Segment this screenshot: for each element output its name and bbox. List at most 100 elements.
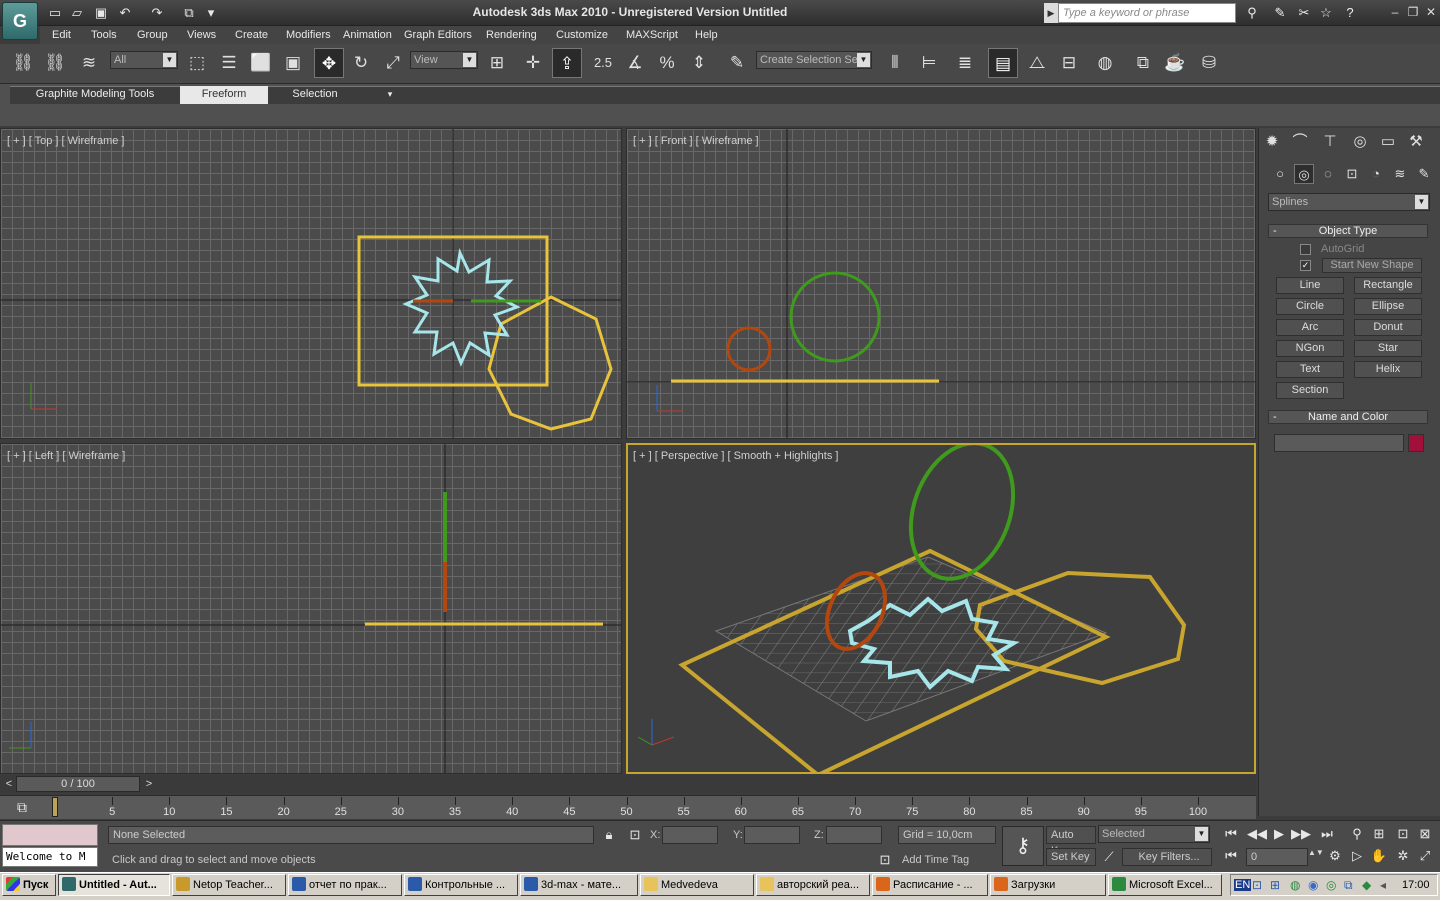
taskbar-task-button[interactable]: Untitled - Aut... xyxy=(58,874,170,896)
tray-volume-icon[interactable]: ◂ xyxy=(1380,878,1386,892)
z-coordinate-input[interactable] xyxy=(826,826,882,844)
time-tag-icon[interactable]: ⊡ xyxy=(874,850,896,870)
geometry-category-icon[interactable]: ○ xyxy=(1270,164,1290,184)
taskbar-task-button[interactable]: 3d-max - мате... xyxy=(520,874,638,896)
taskbar-task-button[interactable]: Загрузки xyxy=(990,874,1106,896)
autogrid-checkbox[interactable] xyxy=(1300,244,1311,255)
window-crossing-icon[interactable]: ▣ xyxy=(278,48,308,78)
curve-editor-icon[interactable]: ⧍ xyxy=(1022,48,1052,78)
spinner-snap-icon[interactable]: ⇕ xyxy=(684,48,714,78)
search-expand-icon[interactable]: ▶ xyxy=(1044,3,1058,23)
select-by-name-icon[interactable]: ☰ xyxy=(214,48,244,78)
play-icon[interactable]: ▶ xyxy=(1268,824,1290,844)
pivot-center-icon[interactable]: ⊞ xyxy=(482,48,512,78)
project-folder-icon[interactable]: ⧉ xyxy=(180,4,198,22)
taskbar-task-button[interactable]: Microsoft Excel... xyxy=(1108,874,1222,896)
keyword-search-input[interactable]: Type a keyword or phrase xyxy=(1058,3,1236,23)
viewport-label-front[interactable]: [ + ] [ Front ] [ Wireframe ] xyxy=(633,135,759,147)
frame-spinner-icon[interactable]: ▲▼ xyxy=(1308,848,1324,866)
tab-freeform[interactable]: Freeform xyxy=(180,86,268,104)
help-icon[interactable]: ? xyxy=(1340,3,1360,23)
taskbar-task-button[interactable]: Netop Teacher... xyxy=(172,874,286,896)
key-mode-toggle-icon[interactable]: ⏮ xyxy=(1220,846,1242,866)
start-new-shape-checkbox[interactable]: ✓ xyxy=(1300,260,1311,271)
rendered-frame-window-icon[interactable]: ☕ xyxy=(1160,48,1190,78)
unlink-selection-icon[interactable]: ⛓ xyxy=(40,48,70,78)
menu-animation[interactable]: Animation xyxy=(343,26,392,44)
viewport-left[interactable]: [ + ] [ Left ] [ Wireframe ] xyxy=(0,443,622,774)
add-time-tag-button[interactable]: Add Time Tag xyxy=(902,854,969,866)
previous-frame-icon[interactable]: ◀◀ xyxy=(1246,824,1268,844)
y-coordinate-input[interactable] xyxy=(744,826,800,844)
star-button[interactable]: Star xyxy=(1354,340,1422,357)
lights-category-icon[interactable]: ◌ xyxy=(1318,164,1338,184)
space-warps-category-icon[interactable]: ≋ xyxy=(1390,164,1410,184)
time-configuration-icon[interactable]: ⚙ xyxy=(1324,846,1346,866)
select-and-link-icon[interactable]: ⛓ xyxy=(8,48,38,78)
zoom-extents-icon[interactable]: ⊡ xyxy=(1392,824,1414,844)
keyboard-shortcut-override-icon[interactable]: ⇪ xyxy=(552,48,582,78)
selection-filter-dropdown[interactable]: All ▼ xyxy=(110,51,178,69)
edit-named-selection-icon[interactable]: ✎ xyxy=(722,48,752,78)
menu-tools[interactable]: Tools xyxy=(91,26,117,44)
rectangle-button[interactable]: Rectangle xyxy=(1354,277,1422,294)
subscription-key-icon[interactable]: ✎ xyxy=(1270,3,1290,23)
ngon-button[interactable]: NGon xyxy=(1276,340,1344,357)
start-button[interactable]: Пуск xyxy=(2,874,56,896)
display-tab-icon[interactable]: ▭ xyxy=(1376,130,1400,154)
current-frame-input[interactable]: 0 xyxy=(1246,848,1308,866)
cameras-category-icon[interactable]: ⊡ xyxy=(1342,164,1362,184)
quick-render-icon[interactable]: ⛁ xyxy=(1194,48,1224,78)
viewport-label-top[interactable]: [ + ] [ Top ] [ Wireframe ] xyxy=(7,135,124,147)
text-button[interactable]: Text xyxy=(1276,361,1344,378)
tray-display-icon[interactable]: ⧉ xyxy=(1344,878,1353,893)
maximize-viewport-icon[interactable]: ⤢ xyxy=(1414,846,1436,866)
viewport-label-perspective[interactable]: [ + ] [ Perspective ] [ Smooth + Highlig… xyxy=(633,450,838,462)
maxscript-mini-listener-pink[interactable] xyxy=(2,824,98,846)
set-key-icon[interactable]: ⚷ xyxy=(1002,826,1044,866)
menu-help[interactable]: Help xyxy=(695,26,718,44)
orbit-icon[interactable]: ✲ xyxy=(1392,846,1414,866)
systems-category-icon[interactable]: ✎ xyxy=(1414,164,1434,184)
select-manipulate-icon[interactable]: ✛ xyxy=(518,48,548,78)
auto-key-button[interactable]: Auto Key xyxy=(1046,826,1096,857)
ellipse-button[interactable]: Ellipse xyxy=(1354,298,1422,315)
motion-tab-icon[interactable]: ◎ xyxy=(1348,130,1372,154)
close-window-icon[interactable]: ✕ xyxy=(1424,5,1438,19)
modify-tab-icon[interactable]: ⌒ xyxy=(1288,130,1312,154)
object-type-rollout[interactable]: - Object Type xyxy=(1268,224,1428,238)
key-mode-dropdown[interactable]: Selected ▼ xyxy=(1098,825,1210,843)
create-tab-icon[interactable]: ✹ xyxy=(1260,130,1284,154)
bind-to-space-warp-icon[interactable]: ≋ xyxy=(74,48,104,78)
field-of-view-icon[interactable]: ▷ xyxy=(1346,846,1368,866)
align-icon[interactable]: ⊨ xyxy=(914,48,944,78)
menu-views[interactable]: Views xyxy=(187,26,216,44)
menu-edit[interactable]: Edit xyxy=(52,26,71,44)
taskbar-task-button[interactable]: Medvedeva xyxy=(640,874,754,896)
section-button[interactable]: Section xyxy=(1276,382,1344,399)
curve-editor-mini-icon[interactable]: ⧉ xyxy=(12,797,32,817)
viewport-perspective[interactable]: [ + ] [ Perspective ] [ Smooth + Highlig… xyxy=(626,443,1256,774)
viewport-label-left[interactable]: [ + ] [ Left ] [ Wireframe ] xyxy=(7,450,125,462)
mirror-icon[interactable]: ⫴ xyxy=(880,48,910,78)
helix-button[interactable]: Helix xyxy=(1354,361,1422,378)
named-selection-sets-dropdown[interactable]: Create Selection Se ▼ xyxy=(756,51,872,69)
tray-bluetooth-icon[interactable]: ◉ xyxy=(1308,878,1318,892)
start-new-shape-button[interactable]: Start New Shape xyxy=(1322,258,1422,273)
tray-antivirus-icon[interactable]: ◆ xyxy=(1362,878,1371,892)
line-button[interactable]: Line xyxy=(1276,277,1344,294)
open-file-icon[interactable]: ▱ xyxy=(68,4,86,22)
select-and-move-icon[interactable]: ✥ xyxy=(314,48,344,78)
taskbar-task-button[interactable]: авторский реа... xyxy=(756,874,870,896)
tray-sync-icon[interactable]: ◍ xyxy=(1290,878,1300,892)
taskbar-task-button[interactable]: Расписание - ... xyxy=(872,874,988,896)
new-file-icon[interactable]: ▭ xyxy=(46,4,64,22)
viewport-front[interactable]: [ + ] [ Front ] [ Wireframe ] xyxy=(626,128,1256,439)
current-frame-marker[interactable] xyxy=(52,797,58,817)
x-coordinate-input[interactable] xyxy=(662,826,718,844)
go-to-end-icon[interactable]: ⏭ xyxy=(1316,824,1338,844)
zoom-all-icon[interactable]: ⊞ xyxy=(1368,824,1390,844)
arc-button[interactable]: Arc xyxy=(1276,319,1344,336)
save-file-icon[interactable]: ▣ xyxy=(92,4,110,22)
ribbon-options-icon[interactable]: ▾ xyxy=(382,86,398,104)
